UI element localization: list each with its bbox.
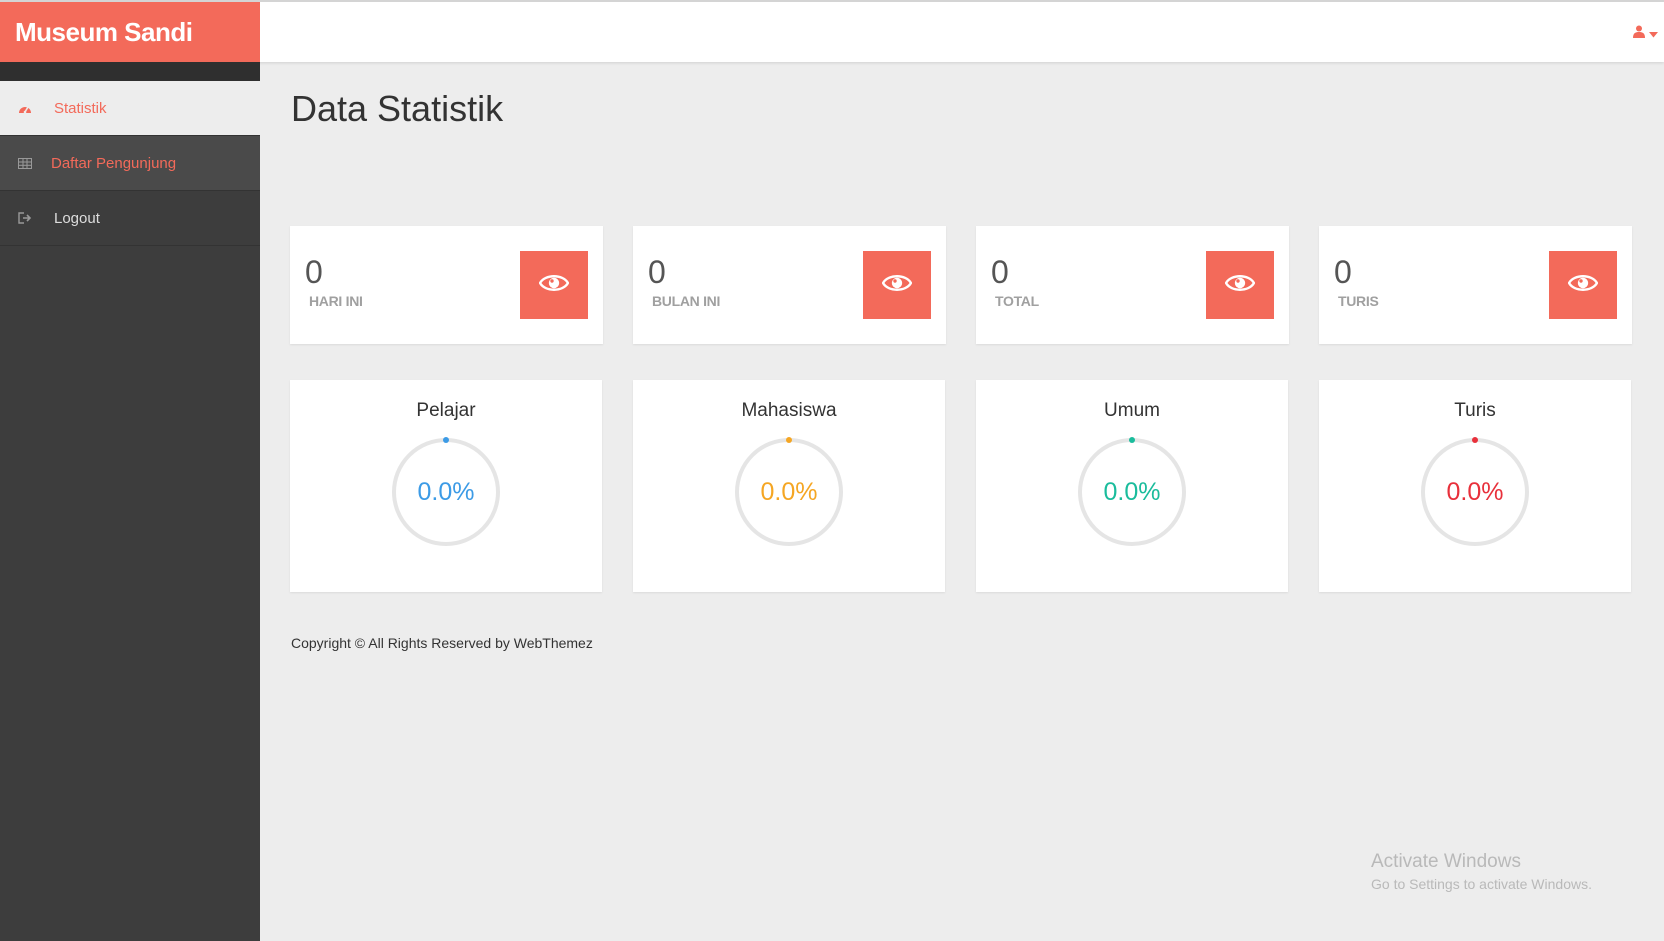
stat-label: TURIS — [1338, 293, 1379, 309]
watermark-subtitle: Go to Settings to activate Windows. — [1371, 876, 1592, 892]
eye-icon — [1224, 273, 1256, 298]
stat-value: 0 — [305, 254, 323, 290]
sidebar-divider — [0, 62, 260, 81]
pie-indicator — [1472, 437, 1478, 443]
user-icon[interactable] — [1633, 25, 1645, 43]
stat-value: 0 — [648, 254, 666, 290]
sign-out-icon — [18, 211, 32, 225]
pie-card-mahasiswa: Mahasiswa 0.0% — [633, 380, 945, 592]
pie-percent: 0.0% — [417, 478, 475, 506]
pie-indicator — [1129, 437, 1135, 443]
pie-indicator — [786, 437, 792, 443]
pie-title: Mahasiswa — [741, 400, 837, 421]
pie-indicator — [443, 437, 449, 443]
brand-logo[interactable]: Museum Sandi — [0, 2, 260, 62]
stat-label: TOTAL — [995, 293, 1039, 309]
pie-title: Pelajar — [416, 400, 476, 421]
pie-card-pelajar: Pelajar 0.0% — [290, 380, 602, 592]
stat-label: HARI INI — [309, 293, 363, 309]
sidebar-item-label: Logout — [54, 209, 100, 227]
windows-activation-watermark: Activate Windows Go to Settings to activ… — [1371, 851, 1592, 892]
pie-title: Umum — [1104, 400, 1160, 421]
sidebar-item-statistik[interactable]: Statistik — [0, 81, 260, 136]
dashboard-icon — [18, 101, 32, 115]
sidebar-item-label: Statistik — [54, 99, 107, 117]
stat-card-bulan-ini: 0 BULAN INI — [633, 226, 946, 344]
watermark-title: Activate Windows — [1371, 851, 1521, 872]
sidebar-item-label: Daftar Pengunjung — [51, 154, 177, 172]
stat-card-hari-ini: 0 HARI INI — [290, 226, 603, 344]
stat-value: 0 — [1334, 254, 1352, 290]
stat-card-total: 0 TOTAL — [976, 226, 1289, 344]
pie-card-turis: Turis 0.0% — [1319, 380, 1631, 592]
pie-title: Turis — [1454, 400, 1496, 421]
pie-card-umum: Umum 0.0% — [976, 380, 1288, 592]
page-title: Data Statistik — [291, 88, 504, 129]
stat-value: 0 — [991, 254, 1009, 290]
stat-card-turis: 0 TURIS — [1319, 226, 1632, 344]
pie-percent: 0.0% — [1446, 478, 1504, 506]
sidebar-item-daftar-pengunjung[interactable]: Daftar Pengunjung — [0, 136, 260, 191]
stat-label: BULAN INI — [652, 293, 721, 309]
eye-button[interactable] — [1206, 251, 1274, 319]
user-menu[interactable] — [1633, 24, 1658, 44]
eye-button[interactable] — [863, 251, 931, 319]
main-content: Data Statistik 0 HARI INI 0 BULAN INI 0 … — [260, 62, 1664, 941]
sidebar: Statistik Daftar Pengunjung Logout — [0, 62, 260, 941]
pie-percent: 0.0% — [760, 478, 818, 506]
footer-copyright: Copyright © All Rights Reserved by WebTh… — [291, 635, 593, 651]
sidebar-item-logout[interactable]: Logout — [0, 191, 260, 246]
eye-icon — [881, 273, 913, 298]
caret-down-icon[interactable] — [1649, 25, 1658, 43]
pie-percent: 0.0% — [1103, 478, 1161, 506]
eye-button[interactable] — [520, 251, 588, 319]
eye-icon — [1567, 273, 1599, 298]
eye-icon — [538, 273, 570, 298]
eye-button[interactable] — [1549, 251, 1617, 319]
table-icon — [18, 156, 32, 170]
